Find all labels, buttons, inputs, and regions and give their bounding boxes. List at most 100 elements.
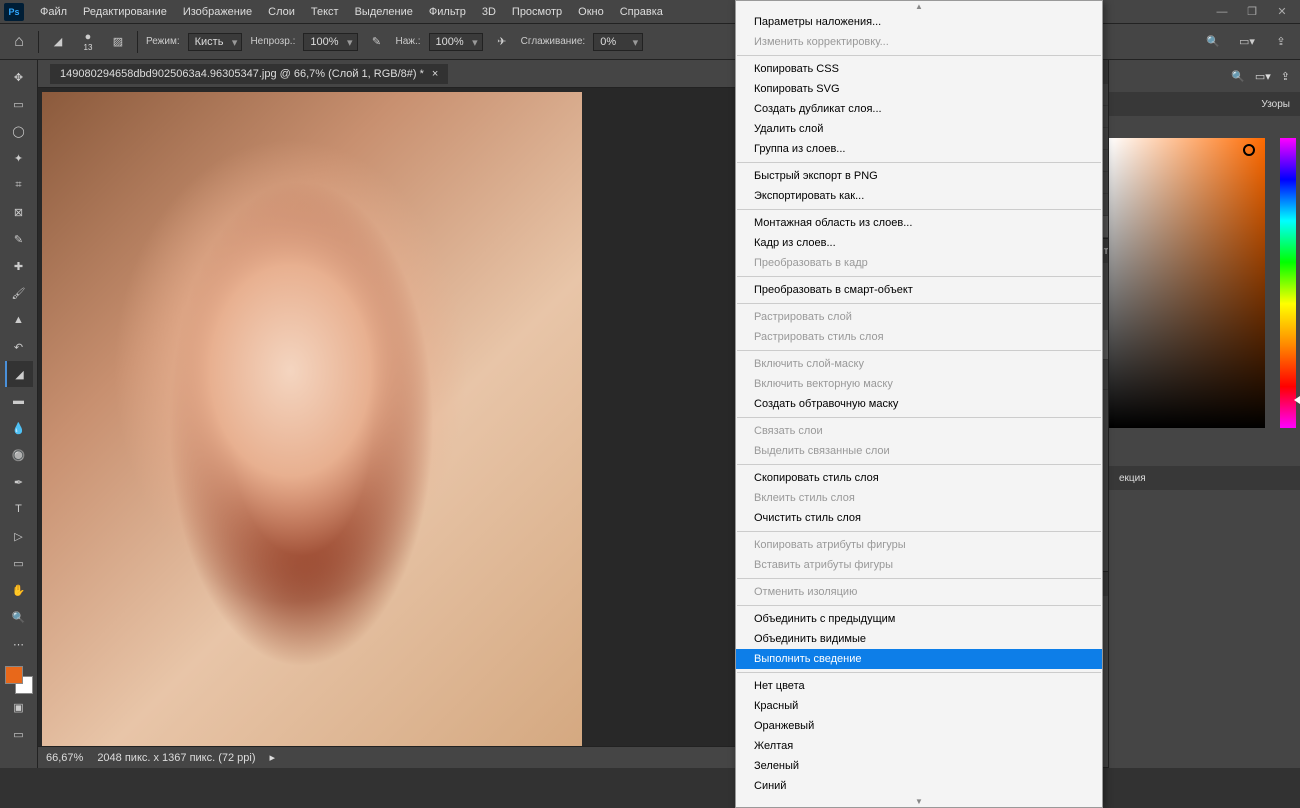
ctx-copy-layer-style[interactable]: Скопировать стиль слоя — [736, 468, 1102, 488]
hue-pointer-icon[interactable] — [1294, 396, 1300, 404]
zoom-level[interactable]: 66,67% — [46, 752, 83, 764]
blur-tool[interactable]: 💧 — [5, 415, 33, 441]
gradient-tool[interactable]: ▬ — [5, 388, 33, 414]
minimize-button[interactable]: — — [1208, 2, 1236, 22]
menubar: Ps Файл Редактирование Изображение Слои … — [0, 0, 1300, 24]
color-cursor[interactable] — [1243, 144, 1255, 156]
ctx-flatten-image[interactable]: Выполнить сведение — [736, 649, 1102, 669]
menu-select[interactable]: Выделение — [347, 2, 421, 22]
menu-edit[interactable]: Редактирование — [75, 2, 175, 22]
eraser-preset-icon[interactable]: ◢ — [47, 31, 69, 53]
close-button[interactable]: ✕ — [1268, 2, 1296, 22]
edit-toolbar[interactable]: ⋯ — [5, 631, 33, 657]
search-icon[interactable]: 🔍 — [1231, 70, 1245, 83]
menu-file[interactable]: Файл — [32, 2, 75, 22]
ctx-color-green[interactable]: Зеленый — [736, 756, 1102, 776]
ctx-convert-smart-object[interactable]: Преобразовать в смарт-объект — [736, 280, 1102, 300]
menu-help[interactable]: Справка — [612, 2, 671, 22]
ctx-color-yellow[interactable]: Желтая — [736, 736, 1102, 756]
dodge-tool[interactable]: 🔘 — [5, 442, 33, 468]
scroll-down-icon[interactable]: ▼ — [736, 796, 1102, 807]
ctx-frame-from-layers[interactable]: Кадр из слоев... — [736, 233, 1102, 253]
ctx-artboard-from-layers[interactable]: Монтажная область из слоев... — [736, 213, 1102, 233]
ctx-quick-export-png[interactable]: Быстрый экспорт в PNG — [736, 166, 1102, 186]
color-picker — [1109, 116, 1300, 426]
quick-select-tool[interactable]: ✦ — [5, 145, 33, 171]
pen-tool[interactable]: ✒ — [5, 469, 33, 495]
menu-window[interactable]: Окно — [570, 2, 612, 22]
opacity-select[interactable]: 100% — [303, 33, 357, 51]
quick-mask-icon[interactable]: ▣ — [5, 694, 33, 720]
ctx-merge-down[interactable]: Объединить с предыдущим — [736, 609, 1102, 629]
ctx-export-as[interactable]: Экспортировать как... — [736, 186, 1102, 206]
status-arrow-icon[interactable]: ▸ — [270, 751, 276, 764]
maximize-button[interactable]: ❐ — [1238, 2, 1266, 22]
close-tab-icon[interactable]: × — [432, 68, 438, 80]
ctx-color-none[interactable]: Нет цвета — [736, 676, 1102, 696]
zoom-tool[interactable]: 🔍 — [5, 604, 33, 630]
eraser-tool[interactable]: ◢ — [5, 361, 33, 387]
options-bar: ⌂ ◢ ●13 ▨ Режим: Кисть Непрозр.: 100% ✎ … — [0, 24, 1300, 60]
ctx-delete-layer[interactable]: Удалить слой — [736, 119, 1102, 139]
pressure-opacity-icon[interactable]: ✎ — [366, 31, 388, 53]
move-tool[interactable]: ✥ — [5, 64, 33, 90]
path-select-tool[interactable]: ▷ — [5, 523, 33, 549]
ctx-copy-css[interactable]: Копировать CSS — [736, 59, 1102, 79]
lasso-tool[interactable]: ◯ — [5, 118, 33, 144]
shape-tool[interactable]: ▭ — [5, 550, 33, 576]
crop-tool[interactable]: ⌗ — [5, 172, 33, 198]
screen-mode-icon[interactable]: ▭ — [5, 721, 33, 747]
brush-panel-icon[interactable]: ▨ — [107, 31, 129, 53]
airbrush-icon[interactable]: ✈ — [491, 31, 513, 53]
ctx-release-isolation: Отменить изоляцию — [736, 582, 1102, 602]
ctx-color-blue[interactable]: Синий — [736, 776, 1102, 796]
menu-text[interactable]: Текст — [303, 2, 347, 22]
smooth-select[interactable]: 0% — [593, 33, 643, 51]
ctx-color-red[interactable]: Красный — [736, 696, 1102, 716]
ctx-blending-options[interactable]: Параметры наложения... — [736, 12, 1102, 32]
document-tab[interactable]: 149080294658dbd9025063a4.96305347.jpg @ … — [50, 64, 448, 84]
menu-filter[interactable]: Фильтр — [421, 2, 474, 22]
hand-tool[interactable]: ✋ — [5, 577, 33, 603]
history-brush-tool[interactable]: ↶ — [5, 334, 33, 360]
flow-select[interactable]: 100% — [429, 33, 483, 51]
eyedropper-tool[interactable]: ✎ — [5, 226, 33, 252]
patterns-tab[interactable]: Узоры — [1251, 95, 1300, 114]
menu-layers[interactable]: Слои — [260, 2, 303, 22]
brush-size-icon[interactable]: ●13 — [77, 31, 99, 53]
search-icon[interactable]: 🔍 — [1202, 31, 1224, 53]
mode-select[interactable]: Кисть — [188, 33, 243, 51]
color-swatches[interactable] — [5, 666, 33, 694]
smooth-label: Сглаживание: — [521, 36, 586, 47]
saturation-area[interactable] — [1109, 138, 1265, 428]
clone-tool[interactable]: ▲ — [5, 307, 33, 333]
share-icon[interactable]: ⇪ — [1270, 31, 1292, 53]
brush-tool[interactable]: 🖌 — [5, 280, 33, 306]
ctx-select-linked: Выделить связанные слои — [736, 441, 1102, 461]
healing-tool[interactable]: ✚ — [5, 253, 33, 279]
ctx-copy-svg[interactable]: Копировать SVG — [736, 79, 1102, 99]
type-tool[interactable]: T — [5, 496, 33, 522]
workspace-icon[interactable]: ▭▾ — [1236, 31, 1258, 53]
ctx-group-from-layers[interactable]: Группа из слоев... — [736, 139, 1102, 159]
ctx-rasterize-layer: Растрировать слой — [736, 307, 1102, 327]
menu-3d[interactable]: 3D — [474, 2, 504, 22]
tool-palette: ✥ ▭ ◯ ✦ ⌗ ⊠ ✎ ✚ 🖌 ▲ ↶ ◢ ▬ 💧 🔘 ✒ T ▷ ▭ ✋ … — [0, 60, 38, 768]
corrections-tab[interactable]: екция — [1109, 469, 1156, 488]
ctx-merge-visible[interactable]: Объединить видимые — [736, 629, 1102, 649]
scroll-up-icon[interactable]: ▲ — [736, 1, 1102, 12]
home-icon[interactable]: ⌂ — [8, 31, 30, 53]
ctx-clear-layer-style[interactable]: Очистить стиль слоя — [736, 508, 1102, 528]
ctx-color-orange[interactable]: Оранжевый — [736, 716, 1102, 736]
frame-tool[interactable]: ⊠ — [5, 199, 33, 225]
menu-image[interactable]: Изображение — [175, 2, 260, 22]
marquee-tool[interactable]: ▭ — [5, 91, 33, 117]
workspace-icon[interactable]: ▭▾ — [1255, 70, 1271, 83]
foreground-color[interactable] — [5, 666, 23, 684]
ctx-duplicate-layer[interactable]: Создать дубликат слоя... — [736, 99, 1102, 119]
ctx-create-clipping-mask[interactable]: Создать обтравочную маску — [736, 394, 1102, 414]
hue-slider[interactable] — [1280, 138, 1296, 428]
ctx-enable-layer-mask: Включить слой-маску — [736, 354, 1102, 374]
menu-view[interactable]: Просмотр — [504, 2, 570, 22]
share-icon[interactable]: ⇪ — [1281, 70, 1290, 83]
